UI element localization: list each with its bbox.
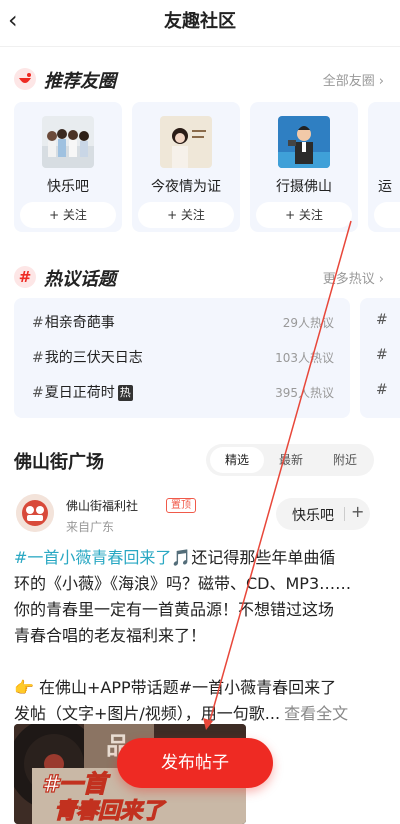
hash-icon: # xyxy=(32,350,44,366)
group-card-list: 快乐吧 + 关注 今夜情为证 + 关注 行摄佛山 + 关注 运 xyxy=(14,102,400,232)
post-text: 🎵还记得那些年单曲循 xyxy=(171,548,336,567)
plus-icon: + xyxy=(351,502,365,521)
top-nav-bar: ‹ 友趣社区 xyxy=(0,0,400,46)
post-line: #一首小薇青春回来了🎵还记得那些年单曲循 xyxy=(14,545,386,571)
hash-icon: # xyxy=(376,312,388,328)
page-title: 友趣社区 xyxy=(164,11,236,32)
hot-section-header: # 热议话题 更多热议 › xyxy=(14,264,386,290)
topic-heat: 395人热议 xyxy=(275,386,334,400)
topic-title: #相亲奇葩事 xyxy=(32,312,115,332)
follow-button[interactable]: + 关注 xyxy=(138,202,234,228)
post-line: 环的《小薇》《海浪》吗？磁带、CD、MP3…… xyxy=(14,574,352,593)
group-thumbnail xyxy=(278,116,330,168)
post-line: 青春合唱的老友福利来了！ xyxy=(14,626,207,645)
plaza-title: 佛山街广场 xyxy=(14,452,104,473)
pinned-badge: 置顶 xyxy=(166,498,196,513)
topic-item[interactable]: #相亲奇葩事 29人热议 xyxy=(32,312,334,334)
hot-badge: 热 xyxy=(117,385,133,401)
group-name: 运 xyxy=(378,179,392,195)
hot-topics-card-next[interactable]: # # # xyxy=(360,298,400,418)
post-group-label: 快乐吧 xyxy=(292,508,334,524)
follow-button[interactable] xyxy=(374,202,400,228)
hash-icon: # xyxy=(32,315,44,331)
post-line: 你的青春里一定有一首黄品源！不想错过这场 xyxy=(14,600,335,619)
image-text: #一首 xyxy=(42,770,111,798)
plaza-tab-bar: 精选 最新 附近 xyxy=(206,444,374,476)
group-card[interactable]: 今夜情为证 + 关注 xyxy=(132,102,240,232)
all-groups-label: 全部友圈 xyxy=(322,74,375,89)
publish-post-button[interactable]: 发布帖子 xyxy=(117,738,273,788)
svg-text:#: # xyxy=(19,268,32,286)
group-name: 今夜情为证 xyxy=(151,179,221,195)
group-card[interactable]: 运 xyxy=(368,102,400,232)
recommend-section-header: 推荐友圈 全部友圈 › xyxy=(14,66,386,92)
group-name: 快乐吧 xyxy=(47,179,89,195)
group-card[interactable]: 快乐吧 + 关注 xyxy=(14,102,122,232)
topic-heat: 29人热议 xyxy=(282,316,334,330)
all-groups-link[interactable]: 全部友圈 › xyxy=(323,70,384,89)
post-line: 👉 在佛山+APP带话题#一首小薇青春回来了 xyxy=(14,678,337,697)
nav-divider xyxy=(0,46,400,47)
topic-item[interactable]: #夏日正荷时热 395人热议 xyxy=(32,382,334,404)
group-thumbnail xyxy=(42,116,94,168)
recommend-icon xyxy=(14,68,36,90)
topic-title: #我的三伏天日志 xyxy=(32,347,143,367)
more-topics-label: 更多热议 xyxy=(322,272,375,287)
group-thumbnail xyxy=(160,116,212,168)
follow-button[interactable]: + 关注 xyxy=(20,202,116,228)
post-topic-tag[interactable]: #一首小薇青春回来了 xyxy=(14,548,171,567)
group-card[interactable]: 行摄佛山 + 关注 xyxy=(250,102,358,232)
hot-topics-card: #相亲奇葩事 29人热议 #我的三伏天日志 103人热议 #夏日正荷时热 395… xyxy=(14,298,350,418)
follow-button[interactable]: + 关注 xyxy=(256,202,352,228)
see-all-link[interactable]: 查看全文 xyxy=(284,704,348,723)
topic-heat: 103人热议 xyxy=(275,351,334,365)
hot-title: 热议话题 xyxy=(44,269,116,290)
post-content[interactable]: #一首小薇青春回来了🎵还记得那些年单曲循 环的《小薇》《海浪》吗？磁带、CD、M… xyxy=(14,545,386,727)
tab-nearby[interactable]: 附近 xyxy=(318,447,372,473)
divider xyxy=(344,507,345,521)
post-group-button[interactable]: 快乐吧 + xyxy=(276,498,370,530)
topic-name: 我的三伏天日志 xyxy=(44,350,143,366)
chevron-right-icon: › xyxy=(378,272,384,287)
recommend-title: 推荐友圈 xyxy=(44,71,116,92)
post-author[interactable]: 佛山街福利社 xyxy=(66,497,138,514)
avatar[interactable] xyxy=(16,494,54,532)
hash-icon: # xyxy=(376,347,388,363)
hash-icon: # xyxy=(376,382,388,398)
topic-title: #夏日正荷时热 xyxy=(32,382,133,402)
post-text: 发帖（文字+图片/视频），用一句歌... xyxy=(14,704,281,723)
chevron-right-icon: › xyxy=(378,74,384,89)
group-name: 行摄佛山 xyxy=(276,179,332,195)
topic-name: 相亲奇葩事 xyxy=(44,315,115,331)
more-topics-link[interactable]: 更多热议 › xyxy=(323,268,384,287)
hash-icon: # xyxy=(32,385,44,401)
topic-item[interactable]: #我的三伏天日志 103人热议 xyxy=(32,347,334,369)
post-location: 来自广东 xyxy=(66,520,115,534)
image-text: 青春回来了 xyxy=(54,799,167,824)
hashtag-icon: # xyxy=(14,266,36,288)
tab-latest[interactable]: 最新 xyxy=(264,447,318,473)
topic-name: 夏日正荷时 xyxy=(44,385,115,401)
tab-featured[interactable]: 精选 xyxy=(210,447,264,473)
